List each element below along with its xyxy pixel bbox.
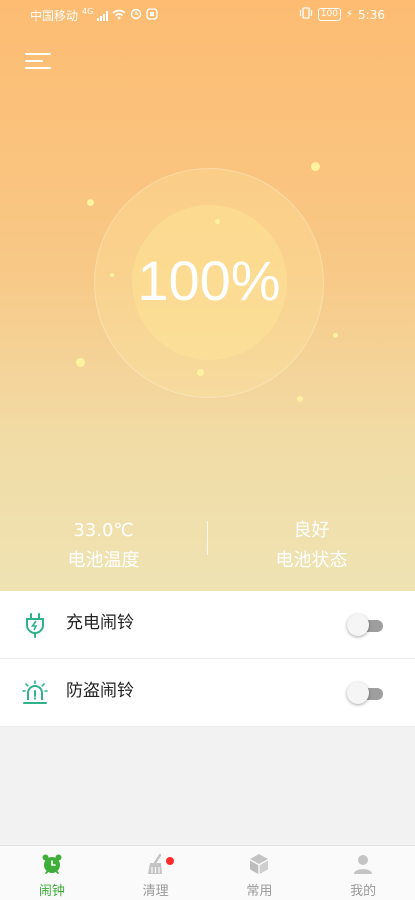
status-right: 100 ⚡ 5:36 [299,7,385,22]
toggle-knob [347,682,369,704]
tab-alarm-label: 闹钟 [38,884,65,899]
carrier-name: 中国移动 [30,9,79,23]
sparkle-dot [76,358,85,367]
toggle-knob [347,614,369,636]
tab-clean[interactable]: 清理 [104,846,208,900]
sparkle-dot [215,219,220,224]
sparkle-dot [297,396,303,402]
wifi-icon [112,9,126,23]
broom-icon [145,853,167,875]
battery-status-label: 电池状态 [275,550,348,571]
tab-mine[interactable]: 我的 [311,846,415,900]
tab-clean-label: 清理 [142,884,169,899]
battery-status-stat: 良好 电池状态 [208,518,415,576]
battery-level-badge: 100 [317,8,342,21]
sparkle-dot [333,333,338,338]
tab-common-label: 常用 [246,884,273,899]
vibrate-icon [299,7,313,22]
status-left: 中国移动 4G [30,7,158,24]
tab-common[interactable]: 常用 [208,846,312,900]
bottom-tab-bar: 闹钟 清理 常用 我的 [0,845,415,900]
sparkle-dot [311,162,320,171]
charging-bolt-icon: ⚡ [346,9,354,20]
notification-app-icon [146,8,158,23]
alarm-clock-icon [41,853,63,875]
temperature-value: 33.0℃ [73,520,134,541]
cube-icon [248,853,270,875]
charging-alarm-toggle[interactable] [347,614,385,636]
status-bar: 中国移动 4G 100 ⚡ 5:36 [0,0,415,30]
hamburger-menu-icon[interactable] [25,50,51,72]
temperature-label: 电池温度 [67,550,140,571]
charging-alarm-label: 充电闹铃 [66,613,134,633]
charging-plug-icon [21,611,49,639]
sparkle-dot [197,369,204,376]
network-type: 4G [82,7,94,16]
anti-theft-alarm-label: 防盗闹铃 [66,681,134,701]
anti-theft-alarm-toggle[interactable] [347,682,385,704]
charging-alarm-row[interactable]: 充电闹铃 [0,591,415,659]
clean-notification-badge [166,857,174,865]
battery-status-value: 良好 [293,520,330,541]
sparkle-dot [87,199,94,206]
temperature-stat: 33.0℃ 电池温度 [0,518,207,576]
alarm-siren-icon [21,679,49,707]
alarm-list: 充电闹铃 防盗闹铃 [0,591,415,727]
battery-hero: 中国移动 4G 100 ⚡ 5:36 100% 33.0℃ 电池温度 良好 电池… [0,0,415,591]
user-icon [352,853,374,875]
tab-mine-label: 我的 [350,884,377,899]
anti-theft-alarm-row[interactable]: 防盗闹铃 [0,659,415,727]
battery-percent: 100% [137,249,281,312]
clock-time: 5:36 [358,7,385,22]
signal-icon [97,10,109,21]
tab-alarm[interactable]: 闹钟 [0,846,104,900]
sync-icon [130,8,142,23]
